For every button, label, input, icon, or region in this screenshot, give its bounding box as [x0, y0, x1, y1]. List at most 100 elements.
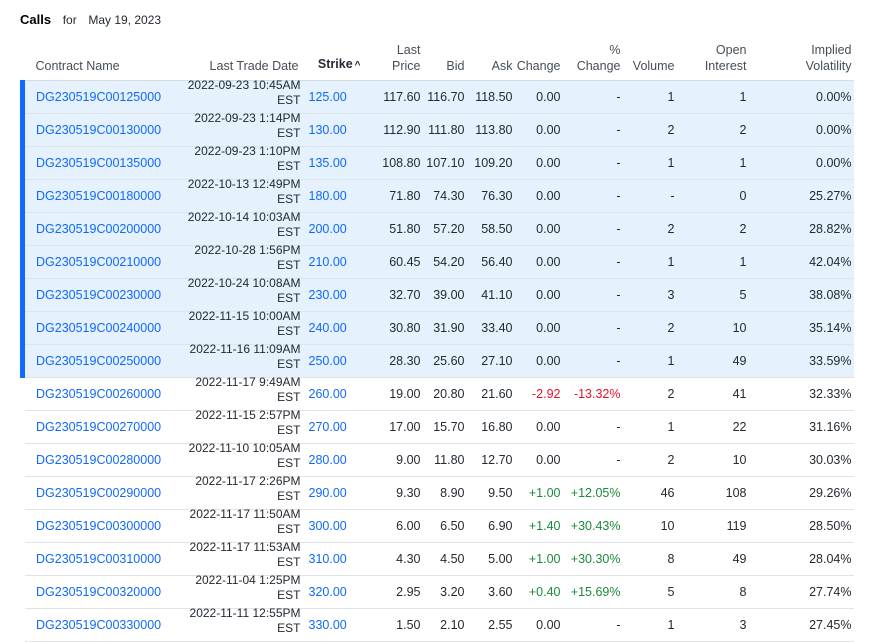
- table-row: DG230519C00300000 2022-11-17 11:50AM EST 30…: [22, 507, 854, 543]
- implied-volatility-cell: 28.04%: [748, 542, 854, 576]
- ask-price: 118.50: [475, 90, 513, 104]
- strike-link[interactable]: 130.00: [309, 123, 347, 137]
- contract-name-link[interactable]: DG230519C00130000: [36, 123, 161, 137]
- last-price: 30.80: [389, 321, 421, 335]
- contract-name-link[interactable]: DG230519C00280000: [36, 453, 161, 467]
- contract-name-link[interactable]: DG230519C00210000: [36, 255, 161, 269]
- strike-link[interactable]: 200.00: [309, 222, 347, 236]
- strike-link[interactable]: 135.00: [309, 156, 347, 170]
- last-trade-date-cell: 2022-11-11 12:55PM EST: [172, 606, 301, 642]
- percent-change-cell: -: [562, 608, 623, 642]
- strike-link[interactable]: 260.00: [309, 387, 347, 401]
- percent-change-cell: -: [562, 212, 623, 246]
- strike-link[interactable]: 280.00: [309, 453, 347, 467]
- ask-price: 76.30: [481, 189, 513, 203]
- contract-name-link[interactable]: DG230519C00320000: [36, 585, 161, 599]
- contract-name-link[interactable]: DG230519C00270000: [36, 420, 161, 434]
- options-page: Calls for May 19, 2023 Contract Name Las…: [0, 0, 878, 642]
- price-change-cell: 0.00: [514, 443, 563, 477]
- contract-name-link[interactable]: DG230519C00240000: [36, 321, 161, 335]
- strike-link[interactable]: 240.00: [309, 321, 347, 335]
- strike-link[interactable]: 270.00: [309, 420, 347, 434]
- bid-price-cell: 116.70: [422, 80, 467, 114]
- contract-name-link-cell: DG230519C00130000: [20, 113, 173, 147]
- contract-name-link[interactable]: DG230519C00250000: [36, 354, 161, 368]
- strike-link[interactable]: 230.00: [309, 288, 347, 302]
- strike-link[interactable]: 210.00: [309, 255, 347, 269]
- strike-link[interactable]: 290.00: [309, 486, 347, 500]
- last-price-cell: 32.70: [362, 278, 423, 312]
- contract-name-link[interactable]: DG230519C00310000: [36, 552, 161, 566]
- strike-link[interactable]: 310.00: [309, 552, 347, 566]
- contract-name-link[interactable]: DG230519C00200000: [36, 222, 161, 236]
- table-row: DG230519C00180000 2022-10-13 12:49PM EST 18…: [20, 177, 854, 213]
- contract-name-link-cell: DG230519C00330000: [22, 608, 173, 642]
- strike-link[interactable]: 320.00: [309, 585, 347, 599]
- col-strike[interactable]: Strike ^: [300, 42, 363, 81]
- strike-link[interactable]: 300.00: [309, 519, 347, 533]
- last-price-cell: 9.00: [362, 443, 423, 477]
- percent-change-cell: -: [562, 80, 623, 114]
- implied-volatility: 38.08%: [809, 288, 852, 302]
- price-change: 0.00: [536, 453, 561, 467]
- open-interest: 5: [739, 288, 747, 302]
- col-bid[interactable]: Bid: [422, 42, 467, 81]
- contract-name-link[interactable]: DG230519C00230000: [36, 288, 161, 302]
- contract-name-link[interactable]: DG230519C00290000: [36, 486, 161, 500]
- strike-link[interactable]: 250.00: [309, 354, 347, 368]
- last-price: 19.00: [389, 387, 421, 401]
- open-interest-cell: 22: [676, 410, 749, 444]
- implied-volatility-cell: 30.03%: [748, 443, 854, 477]
- volume: 2: [667, 222, 675, 236]
- strike-link-cell: 270.00: [300, 410, 363, 444]
- strike-link[interactable]: 180.00: [309, 189, 347, 203]
- implied-volatility-cell: 27.45%: [748, 608, 854, 642]
- bid-price-cell: 31.90: [422, 311, 467, 345]
- ask-price-cell: 16.80: [466, 410, 515, 444]
- contract-name-link[interactable]: DG230519C00260000: [36, 387, 161, 401]
- col-ask[interactable]: Ask: [466, 42, 515, 81]
- open-interest: 119: [726, 519, 747, 533]
- implied-volatility-cell: 27.74%: [748, 575, 854, 609]
- col-last-trade-date[interactable]: Last Trade Date: [172, 42, 301, 81]
- ask-price: 9.50: [488, 486, 513, 500]
- contract-name-link-cell: DG230519C00180000: [20, 179, 173, 213]
- open-interest-cell: 5: [676, 278, 749, 312]
- contract-name-link[interactable]: DG230519C00300000: [36, 519, 161, 533]
- col-volume[interactable]: Volume: [622, 42, 677, 81]
- col-change[interactable]: Change: [514, 42, 563, 81]
- contract-name-link[interactable]: DG230519C00330000: [36, 618, 161, 632]
- bid-price-cell: 11.80: [422, 443, 467, 477]
- price-change-cell: 0.00: [514, 179, 563, 213]
- percent-change: -: [616, 156, 621, 170]
- col-pct-change[interactable]: % Change: [562, 42, 623, 81]
- open-interest: 10: [732, 453, 747, 467]
- contract-name-link-cell: DG230519C00280000: [22, 443, 173, 477]
- col-implied-volatility[interactable]: Implied Volatility: [748, 42, 854, 81]
- col-open-interest[interactable]: Open Interest: [676, 42, 749, 81]
- open-interest-cell: 41: [676, 377, 749, 411]
- col-last-price[interactable]: Last Price: [362, 42, 423, 81]
- last-price: 9.30: [396, 486, 421, 500]
- strike-link-cell: 280.00: [300, 443, 363, 477]
- col-contract-name[interactable]: Contract Name: [22, 42, 173, 81]
- implied-volatility: 0.00%: [816, 123, 852, 137]
- trade-timezone: EST: [277, 225, 301, 239]
- contract-name-link-cell: DG230519C00200000: [20, 212, 173, 246]
- strike-link[interactable]: 125.00: [309, 90, 347, 104]
- volume-cell: 1: [622, 344, 677, 378]
- trade-date-text: 2022-09-23 1:14PM: [194, 111, 301, 125]
- bid-price-cell: 39.00: [422, 278, 467, 312]
- contract-name-link[interactable]: DG230519C00135000: [36, 156, 161, 170]
- implied-volatility: 33.59%: [809, 354, 852, 368]
- trade-timezone: EST: [277, 159, 301, 173]
- contract-name-link[interactable]: DG230519C00125000: [36, 90, 161, 104]
- contract-name-link[interactable]: DG230519C00180000: [36, 189, 161, 203]
- table-row: DG230519C00290000 2022-11-17 2:26PM EST 290…: [22, 474, 854, 510]
- ask-price-cell: 6.90: [466, 509, 515, 543]
- strike-link[interactable]: 330.00: [309, 618, 347, 632]
- volume-cell: 1: [622, 410, 677, 444]
- strike-link-cell: 250.00: [300, 344, 363, 378]
- volume-cell: 46: [622, 476, 677, 510]
- percent-change: -: [616, 288, 621, 302]
